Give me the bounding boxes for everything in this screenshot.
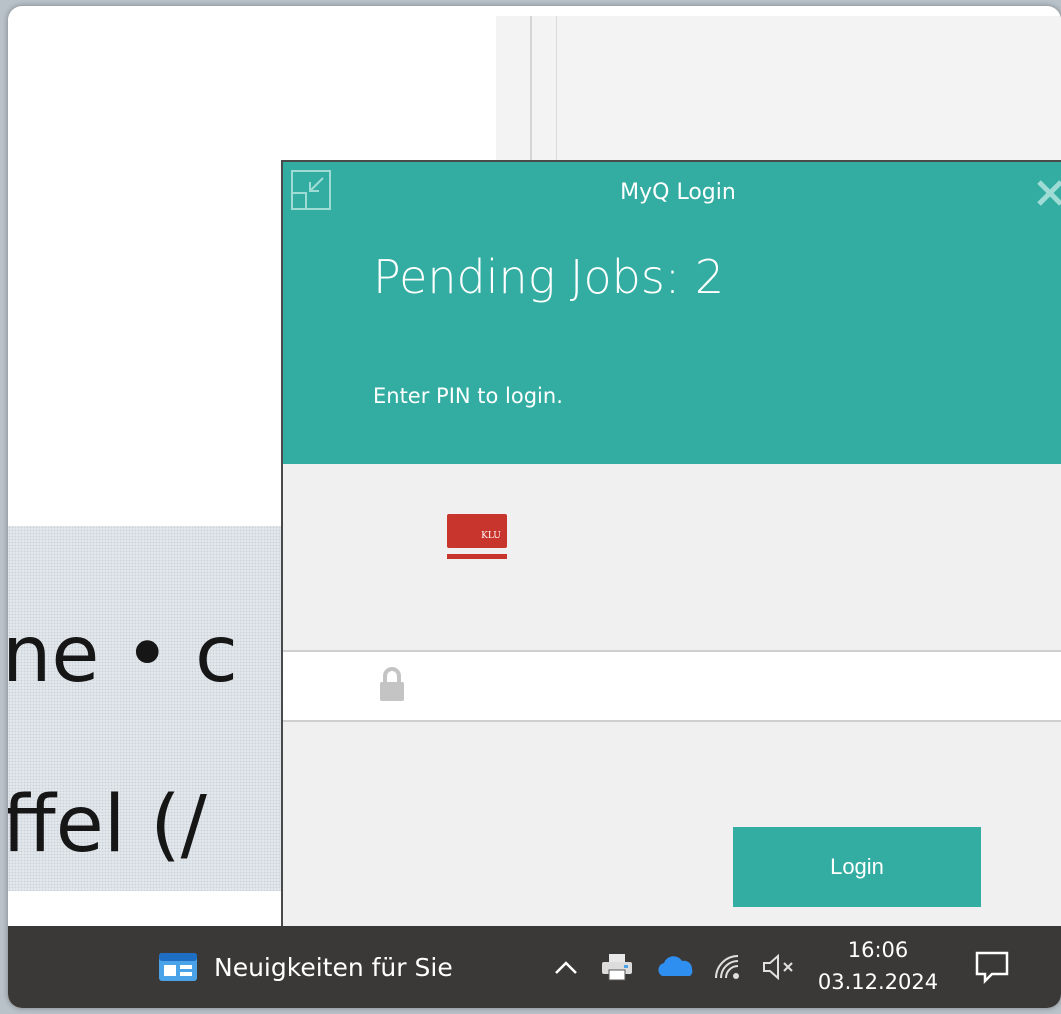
pin-field[interactable] (283, 650, 1061, 722)
network-icon (715, 955, 739, 979)
news-icon (159, 953, 197, 981)
clock-time: 16:06 (847, 938, 909, 962)
document-text: ffel (/ (8, 780, 207, 870)
background-window (496, 16, 1061, 176)
printer-icon (602, 954, 632, 981)
taskbar: Neuigkeiten für Sie 16:06 03.12.2024 (8, 926, 1061, 1008)
id-card-icon: KLU (447, 514, 507, 559)
news-label: Neuigkeiten für Sie (214, 952, 453, 982)
chevron-up-icon (555, 961, 577, 974)
dialog-header: MyQ Login Pending Jobs: 2 Enter PIN to l… (283, 162, 1061, 464)
screen-frame: ne • c ffel (/ MyQ Login Pending Jobs: 2… (8, 6, 1061, 1008)
onedrive-tray[interactable] (656, 926, 696, 1008)
pin-input[interactable] (423, 658, 1027, 714)
pending-jobs-count: Pending Jobs: 2 (373, 250, 725, 304)
notification-center-icon[interactable] (974, 950, 1010, 984)
clock[interactable]: 16:06 03.12.2024 (808, 934, 948, 998)
volume-muted-icon (763, 953, 793, 981)
volume-tray[interactable] (760, 926, 800, 1008)
login-instruction: Enter PIN to login. (373, 384, 563, 408)
login-button[interactable]: Login (733, 827, 981, 907)
onedrive-cloud-icon (658, 956, 693, 976)
background-divider (530, 16, 532, 176)
show-hidden-icons[interactable] (552, 926, 580, 1008)
close-icon[interactable] (1033, 176, 1061, 210)
network-tray[interactable] (712, 926, 744, 1008)
printer-tray[interactable] (600, 926, 634, 1008)
card-label: KLU (481, 531, 501, 541)
news-widget[interactable]: Neuigkeiten für Sie (158, 926, 453, 1008)
dialog-title: MyQ Login (620, 180, 736, 205)
lock-icon (380, 667, 404, 701)
background-divider (556, 16, 557, 176)
clock-date: 03.12.2024 (817, 970, 939, 994)
background-document: ne • c ffel (/ (8, 526, 298, 891)
document-text: ne • c (8, 610, 238, 700)
myq-login-dialog: MyQ Login Pending Jobs: 2 Enter PIN to l… (281, 160, 1061, 930)
